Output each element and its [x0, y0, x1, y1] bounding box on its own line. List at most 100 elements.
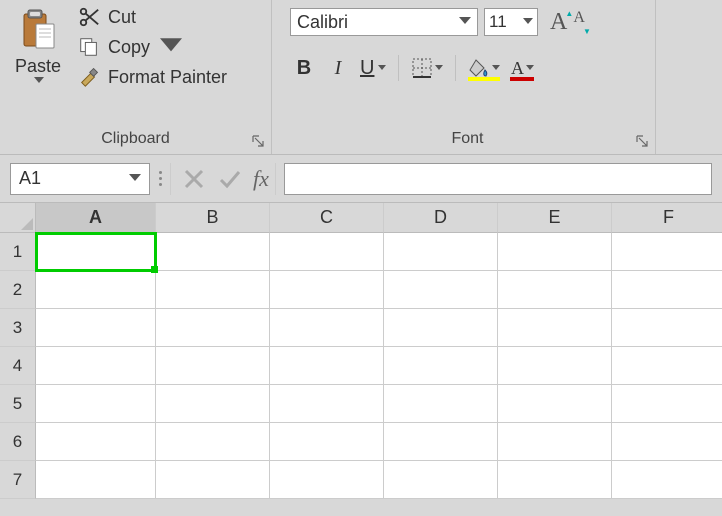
separator — [455, 55, 456, 81]
column-header[interactable]: A — [36, 203, 156, 233]
cell[interactable] — [612, 461, 722, 499]
cell[interactable] — [498, 347, 612, 385]
cell[interactable] — [384, 461, 498, 499]
font-name-combo[interactable]: Calibri — [290, 8, 478, 36]
cell[interactable] — [270, 461, 384, 499]
font-name-value: Calibri — [297, 12, 348, 33]
formula-bar-splitter[interactable] — [158, 171, 162, 186]
cell[interactable] — [498, 461, 612, 499]
borders-icon — [411, 57, 433, 79]
cell[interactable] — [156, 309, 270, 347]
bold-button[interactable]: B — [290, 54, 318, 82]
cell[interactable] — [384, 233, 498, 271]
cell[interactable] — [498, 423, 612, 461]
cell[interactable] — [270, 309, 384, 347]
cell-A1[interactable] — [36, 233, 156, 271]
cell[interactable] — [612, 271, 722, 309]
insert-function-button[interactable]: fx — [253, 166, 269, 192]
cell[interactable] — [270, 233, 384, 271]
cell[interactable] — [384, 309, 498, 347]
cell[interactable] — [612, 347, 722, 385]
cell[interactable] — [36, 423, 156, 461]
font-size-value: 11 — [489, 12, 507, 32]
cell[interactable] — [498, 271, 612, 309]
cell[interactable] — [384, 271, 498, 309]
cell[interactable] — [498, 233, 612, 271]
name-box[interactable]: A1 — [10, 163, 150, 195]
group-clipboard: Paste Cut — [0, 0, 272, 154]
cell[interactable] — [612, 233, 722, 271]
x-icon — [181, 166, 207, 192]
cell[interactable] — [36, 461, 156, 499]
cell[interactable] — [384, 385, 498, 423]
chevron-down-icon — [526, 65, 534, 71]
font-group-label: Font — [290, 124, 645, 152]
cell[interactable] — [384, 423, 498, 461]
paste-dropdown-icon[interactable] — [34, 77, 44, 85]
row-header[interactable]: 7 — [0, 461, 36, 499]
formula-bar: A1 fx — [0, 155, 722, 203]
cell[interactable] — [270, 271, 384, 309]
font-size-combo[interactable]: 11 — [484, 8, 538, 36]
cell[interactable] — [384, 347, 498, 385]
cell[interactable] — [36, 271, 156, 309]
cell[interactable] — [156, 233, 270, 271]
copy-dropdown-icon[interactable] — [160, 36, 182, 58]
column-header[interactable]: D — [384, 203, 498, 233]
row-header[interactable]: 3 — [0, 309, 36, 347]
font-dialog-launcher[interactable] — [635, 134, 649, 148]
cut-label: Cut — [108, 7, 136, 28]
cell[interactable] — [156, 423, 270, 461]
cell[interactable] — [36, 347, 156, 385]
cell[interactable] — [498, 309, 612, 347]
chevron-down-icon — [129, 174, 141, 184]
cell[interactable] — [36, 385, 156, 423]
cell[interactable] — [156, 347, 270, 385]
cancel-formula-button[interactable] — [181, 166, 207, 192]
cell[interactable] — [612, 309, 722, 347]
group-alignment — [656, 0, 722, 154]
enter-formula-button[interactable] — [217, 166, 243, 192]
select-all-corner[interactable] — [0, 203, 36, 233]
format-painter-label: Format Painter — [108, 67, 227, 88]
clipboard-icon — [18, 8, 58, 52]
cell[interactable] — [270, 385, 384, 423]
format-painter-button[interactable]: Format Painter — [78, 66, 227, 88]
formula-input[interactable] — [284, 163, 712, 195]
cell[interactable] — [156, 461, 270, 499]
underline-button[interactable]: U — [358, 54, 388, 82]
row-header[interactable]: 1 — [0, 233, 36, 271]
paste-button[interactable]: Paste — [8, 6, 68, 124]
clipboard-dialog-launcher[interactable] — [251, 134, 265, 148]
column-header[interactable]: F — [612, 203, 722, 233]
cut-button[interactable]: Cut — [78, 6, 227, 28]
spreadsheet: 1 2 3 4 5 6 7 A B C D E F — [0, 203, 722, 499]
decrease-font-size-button[interactable]: A▼ — [573, 9, 585, 36]
cell[interactable] — [156, 271, 270, 309]
column-header[interactable]: B — [156, 203, 270, 233]
bucket-icon — [468, 58, 490, 78]
fill-color-swatch — [468, 77, 500, 81]
chevron-down-icon — [492, 65, 500, 71]
font-color-a: A — [511, 58, 524, 79]
increase-font-size-button[interactable]: A▲ — [550, 9, 567, 36]
cell[interactable] — [156, 385, 270, 423]
copy-button[interactable]: Copy — [78, 36, 227, 58]
cell[interactable] — [36, 309, 156, 347]
cell[interactable] — [270, 347, 384, 385]
row-header[interactable]: 2 — [0, 271, 36, 309]
cell[interactable] — [612, 385, 722, 423]
fill-color-button[interactable] — [466, 54, 502, 82]
italic-button[interactable]: I — [324, 54, 352, 82]
column-header[interactable]: C — [270, 203, 384, 233]
cell[interactable] — [498, 385, 612, 423]
cell[interactable] — [270, 423, 384, 461]
column-header[interactable]: E — [498, 203, 612, 233]
row-header[interactable]: 4 — [0, 347, 36, 385]
row-header[interactable]: 5 — [0, 385, 36, 423]
cell[interactable] — [612, 423, 722, 461]
row-header[interactable]: 6 — [0, 423, 36, 461]
font-color-button[interactable]: A — [508, 54, 536, 82]
borders-button[interactable] — [409, 54, 445, 82]
ribbon: Paste Cut — [0, 0, 722, 155]
